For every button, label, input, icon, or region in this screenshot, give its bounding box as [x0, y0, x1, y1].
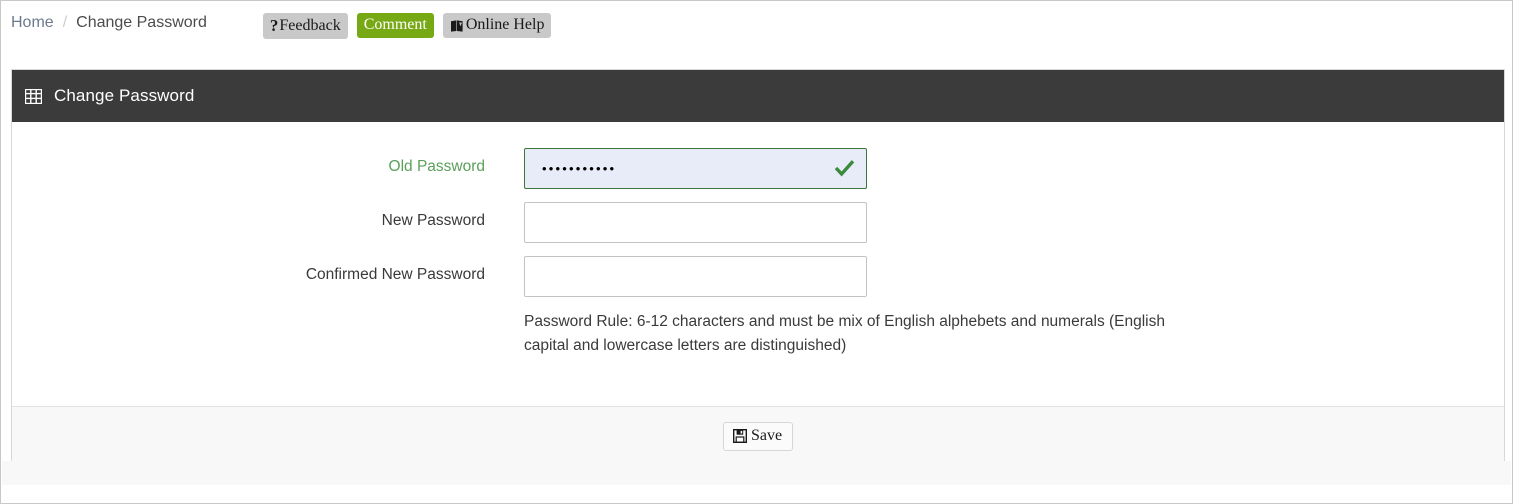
grid-icon	[24, 88, 43, 104]
below-panel-strip	[2, 461, 1511, 485]
panel-body: Old Password ••••••••••• New Password Co…	[12, 122, 1504, 406]
online-help-button-label: Online Help	[465, 16, 545, 33]
top-bar: Home / Change Password ? Feedback Commen…	[1, 1, 1512, 48]
confirm-password-label: Confirmed New Password	[305, 266, 485, 283]
online-help-button[interactable]: Online Help	[442, 13, 552, 38]
old-password-control: •••••••••••	[524, 148, 867, 189]
comment-button-label: Comment	[363, 16, 427, 33]
old-password-input[interactable]: •••••••••••	[524, 148, 867, 189]
page-root: Home / Change Password ? Feedback Commen…	[0, 0, 1513, 504]
question-mark-icon: ?	[269, 16, 279, 35]
new-password-control	[524, 202, 867, 243]
old-password-value: •••••••••••	[542, 161, 617, 176]
breadcrumb: Home / Change Password	[1, 1, 207, 32]
form-row-new-password: New Password	[12, 202, 1504, 243]
feedback-button-label: Feedback	[279, 16, 341, 34]
toolbar-buttons: ? Feedback Comment Online Help	[262, 1, 552, 39]
confirm-password-control	[524, 256, 867, 297]
old-password-label: Old Password	[388, 158, 485, 175]
form-row-confirm-password: Confirmed New Password	[12, 256, 1504, 297]
confirm-password-input[interactable]	[524, 256, 867, 297]
breadcrumb-home-link[interactable]: Home	[11, 14, 54, 32]
breadcrumb-separator: /	[62, 14, 68, 31]
new-password-label: New Password	[381, 212, 485, 229]
feedback-button[interactable]: ? Feedback	[262, 13, 348, 39]
floppy-disk-icon	[732, 428, 747, 443]
panel-header: Change Password	[12, 70, 1504, 122]
book-icon	[450, 20, 464, 32]
change-password-panel: Change Password Old Password •••••••••••	[11, 69, 1505, 466]
panel-footer: Save	[12, 406, 1504, 465]
form-row-old-password: Old Password •••••••••••	[12, 148, 1504, 189]
save-button-label: Save	[750, 426, 783, 444]
save-button[interactable]: Save	[722, 421, 794, 451]
password-rule-text: Password Rule: 6-12 characters and must …	[524, 313, 1165, 354]
comment-button[interactable]: Comment	[356, 13, 434, 38]
breadcrumb-current: Change Password	[76, 14, 207, 31]
page-title: Change Password	[54, 86, 195, 105]
new-password-input[interactable]	[524, 202, 867, 243]
